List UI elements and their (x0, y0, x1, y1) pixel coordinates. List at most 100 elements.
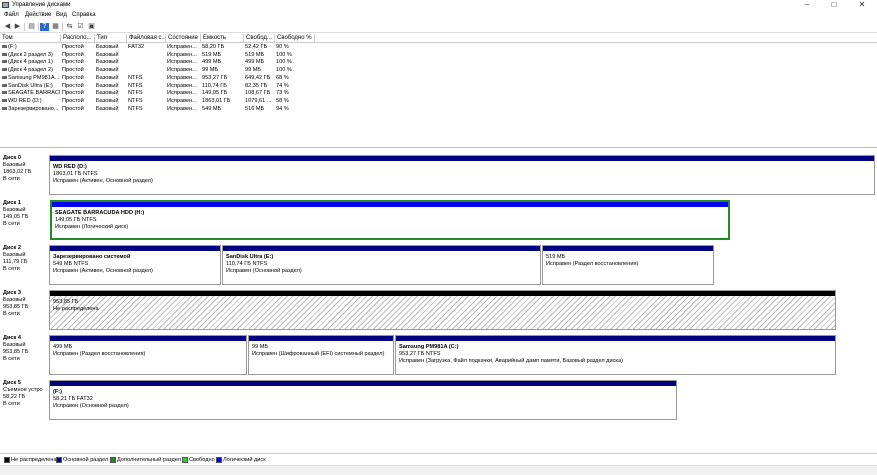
menu-file[interactable]: Файл (4, 12, 19, 18)
volume-cell: 82,35 ГБ (245, 82, 268, 89)
partition-status: Исправен (Раздел восстановления) (53, 351, 146, 357)
partition-block[interactable]: SanDisk Ultra (E:) 110,74 ГБ NTFS Исправен… (222, 245, 541, 285)
legend-swatch (216, 457, 222, 463)
volume-row[interactable]: (Диск 4 раздел 1) Простой Базовый Исправен.… (0, 59, 320, 67)
partition-info: Зарезервировано системой 549 МБ NTFS Испра… (53, 254, 153, 275)
volume-cell: 74 % (276, 82, 289, 89)
partition-info: (F:) 58,21 ГБ FAT32 Исправен (Основной раз… (53, 389, 129, 410)
properties-icon[interactable]: ▦ (51, 23, 60, 31)
disk-type: Базовый (3, 297, 26, 303)
volume-cell: 90 % (276, 44, 289, 50)
disk-label[interactable]: Диск 2 Базовый 111,79 ГБ В сети (3, 245, 47, 273)
volume-cell: Базовый (96, 59, 119, 66)
disk-row: Диск 0 Базовый 1863,02 ГБ В сети WD RED (D:)… (0, 155, 877, 195)
volume-cell: 499 МБ (202, 59, 222, 66)
legend-label: Логический диск (223, 457, 266, 463)
disk-label[interactable]: Диск 3 Базовый 953,85 ГБ В сети (3, 290, 47, 318)
column-percent-free[interactable]: Свободно % (275, 34, 315, 43)
partition-type-bar (50, 381, 676, 386)
menu-help[interactable]: Справка (72, 12, 96, 18)
toolbar: ◀ ▶ ▤ ? ▦ ⇆ ☑ ▣ (0, 21, 877, 33)
volume-row[interactable]: Samsung PM981A... Простой Базовый NTFS Испра… (0, 75, 320, 83)
column-status[interactable]: Состояние (166, 34, 201, 43)
volume-cell: Исправен... (167, 97, 197, 104)
partition-block[interactable]: (F:) 58,21 ГБ FAT32 Исправен (Основной раз… (49, 380, 677, 420)
toolbar-separator (38, 23, 39, 31)
volume-list: Том Располо... Тип Файловая с... Состоян… (0, 34, 877, 148)
list-view-icon[interactable]: ▤ (27, 23, 36, 31)
volume-name: (Диск 4 раздел 1) (8, 59, 53, 66)
partition-type-bar (50, 336, 246, 341)
disk-row: Диск 1 Базовый 149,05 ГБ В сети SEAGATE BARR… (0, 200, 877, 240)
disk-label[interactable]: Диск 1 Базовый 149,05 ГБ В сети (3, 200, 47, 228)
volume-cell: Базовый (96, 90, 119, 97)
column-type[interactable]: Тип (95, 34, 127, 43)
column-layout[interactable]: Располо... (61, 34, 95, 43)
partition-size: 953,85 ГБ (53, 299, 79, 305)
volume-row[interactable]: SEAGATE BARRACU...Простой Базовый NTFS Испр… (0, 90, 320, 98)
volume-cell: Исправен... (167, 44, 197, 50)
volume-row[interactable]: (Диск 4 раздел 2) Простой Базовый Исправен.… (0, 67, 320, 75)
volume-cell: Исправен... (167, 90, 197, 97)
check-icon[interactable]: ☑ (76, 23, 85, 31)
column-volume[interactable]: Том (0, 34, 61, 43)
partition-block[interactable]: Samsung PM981A (C:) 953,27 ГБ NTFS Исправе… (395, 335, 836, 375)
partition-block[interactable]: WD RED (D:) 1863,01 ГБ NTFS Исправен (Акти… (49, 155, 875, 195)
forward-icon[interactable]: ▶ (13, 23, 22, 31)
volume-cell: 108,67 ГБ (245, 90, 271, 97)
partition-block[interactable]: Зарезервировано системой 549 МБ NTFS Испра… (49, 245, 221, 285)
disk-name: Диск 0 (3, 155, 21, 161)
partition-block[interactable]: SEAGATE BARRACUDA HDD (H:) 149,05 ГБ NTFS… (50, 200, 730, 240)
menu-action[interactable]: Действие (25, 12, 51, 18)
connect-icon[interactable]: ⇆ (65, 23, 74, 31)
volume-row[interactable]: (F:) Простой Базовый FAT32 Исправен... 58,20 … (0, 44, 320, 52)
toolbar-separator (62, 23, 63, 31)
partition-block[interactable]: 499 МБ Исправен (Раздел восстановления) (49, 335, 247, 375)
partition-size: 1863,01 ГБ NTFS (53, 171, 98, 177)
volume-name: SEAGATE BARRACU... (8, 90, 60, 97)
disk-label[interactable]: Диск 5 Съемное устро 58,22 ГБ В сети (3, 380, 47, 408)
partition-status: Исправен (Основной раздел) (53, 403, 129, 409)
back-icon[interactable]: ◀ (3, 23, 12, 31)
volume-cell: 100 % (276, 51, 292, 58)
legend-extended: Дополнительный раздел (110, 457, 181, 463)
volume-cell: Исправен... (167, 59, 197, 66)
drive-icon (2, 98, 7, 102)
settings-icon[interactable]: ▣ (87, 23, 96, 31)
disk-label[interactable]: Диск 0 Базовый 1863,02 ГБ В сети (3, 155, 47, 183)
toolbar-separator (24, 23, 25, 31)
volume-cell: 110,74 ГБ (202, 82, 227, 89)
disk-status: В сети (3, 176, 20, 182)
partition-status: Исправен (Раздел восстановления) (546, 261, 639, 267)
column-free-space[interactable]: Свобод... (244, 34, 275, 43)
partition-info: 519 МБ Исправен (Раздел восстановления) (546, 254, 638, 268)
volume-cell: Базовый (96, 105, 119, 112)
column-capacity[interactable]: Емкость (201, 34, 244, 43)
partition-block[interactable]: 99 МБ Исправен (Шифрованный (EFI) системн… (248, 335, 394, 375)
volume-row[interactable]: (Диск 2 раздел 3) Простой Базовый Исправен.… (0, 52, 320, 60)
partition-block[interactable]: 519 МБ Исправен (Раздел восстановления) (542, 245, 714, 285)
volume-cell: Простой (62, 74, 84, 81)
partition-status: Исправен (Основной раздел) (226, 268, 302, 274)
help-icon[interactable]: ? (40, 23, 49, 31)
partition-type-bar (543, 246, 713, 251)
volume-cell: WD RED (D:) (2, 98, 60, 106)
maximize-button[interactable]: □ (822, 0, 846, 11)
volume-name: Samsung PM981A... (8, 74, 60, 81)
volume-cell: Базовый (96, 51, 119, 58)
minimize-button[interactable]: – (795, 0, 819, 11)
disk-status: В сети (3, 311, 20, 317)
volume-row[interactable]: WD RED (D:) Простой Базовый NTFS Исправен...… (0, 98, 320, 106)
partition-size: 519 МБ (546, 254, 566, 260)
close-button[interactable]: ✕ (850, 0, 874, 11)
disk-label[interactable]: Диск 4 Базовый 953,85 ГБ В сети (3, 335, 47, 363)
volume-cell: Простой (62, 105, 84, 112)
legend-swatch (4, 457, 10, 463)
legend-swatch (182, 457, 188, 463)
window-bottom (0, 465, 877, 475)
column-filesystem[interactable]: Файловая с... (127, 34, 166, 43)
volume-row[interactable]: SanDisk Ultra (E:) Простой Базовый NTFS Испр… (0, 83, 320, 91)
volume-row[interactable]: Зарезервировано... Простой Базовый NTFS Испр… (0, 106, 320, 114)
partition-block[interactable]: 953,85 ГБ Не распределена (49, 290, 836, 330)
menu-view[interactable]: Вид (56, 12, 67, 18)
